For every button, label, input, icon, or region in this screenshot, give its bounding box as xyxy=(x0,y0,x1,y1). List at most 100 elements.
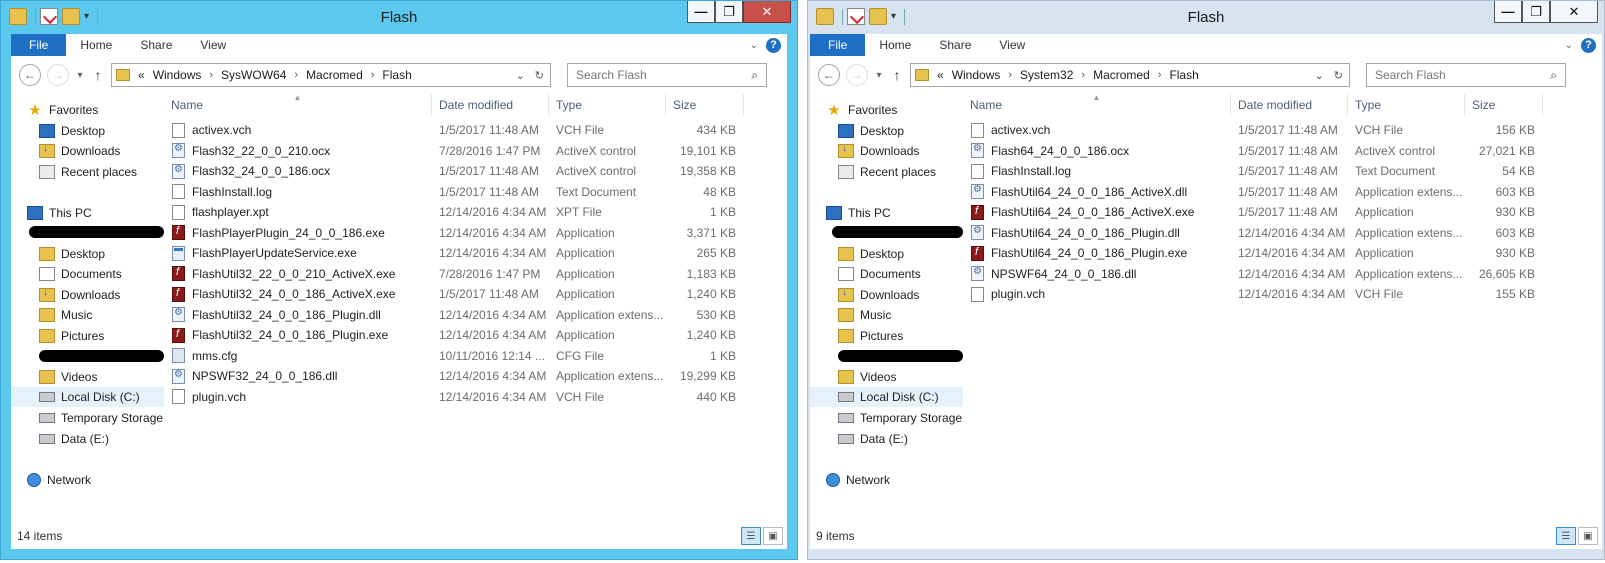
tab-view[interactable]: View xyxy=(186,34,240,56)
breadcrumb-system32[interactable]: System32 xyxy=(1020,68,1073,82)
maximize-button[interactable]: ❐ xyxy=(1522,1,1550,23)
expand-ribbon-chevron-icon[interactable]: ⌄ xyxy=(1565,40,1573,51)
nav-data-drive[interactable]: Data (E:) xyxy=(39,429,109,449)
nav-pc-desktop[interactable]: Desktop xyxy=(39,244,105,264)
nav-documents[interactable]: Documents xyxy=(39,264,122,284)
tab-file[interactable]: File xyxy=(810,34,866,56)
nav-recent-places[interactable]: Recent places xyxy=(838,162,936,182)
breadcrumb-flash[interactable]: Flash xyxy=(1169,68,1198,82)
back-button[interactable]: ← xyxy=(19,64,41,86)
nav-videos[interactable]: Videos xyxy=(838,367,896,387)
file-name-cell[interactable]: FlashPlayerUpdateService.exe xyxy=(164,245,432,261)
nav-network[interactable]: Network xyxy=(27,470,91,490)
nav-recent-places[interactable]: Recent places xyxy=(39,162,137,182)
file-row[interactable]: mms.cfg 10/11/2016 12:14 ... CFG File 1 KB xyxy=(164,346,787,367)
title-bar[interactable]: ▾ Flash — ❐ ✕ xyxy=(808,1,1604,33)
tab-home[interactable]: Home xyxy=(865,34,925,56)
close-button[interactable]: ✕ xyxy=(743,1,791,23)
column-type[interactable]: Type xyxy=(549,94,666,116)
column-type[interactable]: Type xyxy=(1348,94,1465,116)
close-button[interactable]: ✕ xyxy=(1550,1,1598,23)
file-name-cell[interactable]: FlashUtil64_24_0_0_186_Plugin.exe xyxy=(963,245,1231,261)
file-name-cell[interactable]: NPSWF32_24_0_0_186.dll xyxy=(164,368,432,384)
title-bar[interactable]: ▾ Flash — ❐ ✕ xyxy=(1,1,797,33)
address-bar[interactable]: « Windows › SysWOW64 › Macromed › Flash … xyxy=(111,63,551,87)
file-row[interactable]: Flash32_24_0_0_186.ocx 1/5/2017 11:48 AM A… xyxy=(164,161,787,182)
nav-pc-desktop[interactable]: Desktop xyxy=(838,244,904,264)
breadcrumb-overflow[interactable]: « xyxy=(138,68,145,82)
breadcrumb-syswow64[interactable]: SysWOW64 xyxy=(221,68,286,82)
file-row[interactable]: FlashPlayerUpdateService.exe 12/14/2016 4… xyxy=(164,243,787,264)
nav-pc-downloads[interactable]: Downloads xyxy=(838,285,919,305)
recent-locations-chevron-icon[interactable]: ▾ xyxy=(874,70,884,81)
nav-favorites[interactable]: ★ Favorites xyxy=(826,100,897,120)
file-name-cell[interactable]: FlashUtil32_22_0_0_210_ActiveX.exe xyxy=(164,266,432,282)
file-name-cell[interactable]: FlashPlayerPlugin_24_0_0_186.exe xyxy=(164,225,432,241)
file-row[interactable]: plugin.vch 12/14/2016 4:34 AM VCH File 155 … xyxy=(963,284,1602,305)
nav-videos[interactable]: Videos xyxy=(39,367,97,387)
up-arrow-icon[interactable]: ↑ xyxy=(91,67,105,83)
column-name[interactable]: ▲ Name xyxy=(963,93,1231,116)
breadcrumb-separator-icon[interactable]: › xyxy=(209,69,213,81)
tab-share[interactable]: Share xyxy=(925,34,985,56)
refresh-icon[interactable]: ↻ xyxy=(535,69,544,82)
explorer-window-syswow64[interactable]: ▾ Flash — ❐ ✕ File Home Share View ⌄ ? ←… xyxy=(0,0,798,560)
column-date-modified[interactable]: Date modified xyxy=(1231,94,1348,116)
up-arrow-icon[interactable]: ↑ xyxy=(890,67,904,83)
file-row[interactable]: FlashUtil32_22_0_0_210_ActiveX.exe 7/28/2… xyxy=(164,264,787,285)
breadcrumb-flash[interactable]: Flash xyxy=(382,68,411,82)
file-row[interactable]: NPSWF32_24_0_0_186.dll 12/14/2016 4:34 AM… xyxy=(164,366,787,387)
details-view-icon[interactable]: ☰ xyxy=(1556,527,1576,545)
breadcrumb-windows[interactable]: Windows xyxy=(153,68,202,82)
file-row[interactable]: FlashInstall.log 1/5/2017 11:48 AM Text Do… xyxy=(963,161,1602,182)
file-name-cell[interactable]: flashplayer.xpt xyxy=(164,204,432,220)
help-icon[interactable]: ? xyxy=(766,37,781,53)
file-name-cell[interactable]: FlashUtil64_24_0_0_186_ActiveX.exe xyxy=(963,204,1231,220)
nav-desktop[interactable]: Desktop xyxy=(39,121,105,141)
column-size[interactable]: Size xyxy=(666,94,744,116)
column-name[interactable]: ▲ Name xyxy=(164,93,432,116)
tab-file[interactable]: File xyxy=(11,34,67,56)
breadcrumb-separator-icon[interactable]: › xyxy=(371,69,375,81)
file-name-cell[interactable]: FlashUtil32_24_0_0_186_ActiveX.exe xyxy=(164,286,432,302)
file-name-cell[interactable]: plugin.vch xyxy=(164,389,432,405)
breadcrumb-separator-icon[interactable]: › xyxy=(1158,69,1162,81)
column-date-modified[interactable]: Date modified xyxy=(432,94,549,116)
address-history-chevron-icon[interactable]: ⌄ xyxy=(1315,69,1324,82)
file-name-cell[interactable]: Flash64_24_0_0_186.ocx xyxy=(963,143,1231,159)
file-row[interactable]: FlashUtil32_24_0_0_186_Plugin.exe 12/14/2… xyxy=(164,325,787,346)
file-row[interactable]: FlashInstall.log 1/5/2017 11:48 AM Text Do… xyxy=(164,182,787,203)
nav-local-disk[interactable]: Local Disk (C:) xyxy=(838,387,939,407)
file-name-cell[interactable]: NPSWF64_24_0_0_186.dll xyxy=(963,266,1231,282)
file-name-cell[interactable]: FlashUtil32_24_0_0_186_Plugin.exe xyxy=(164,327,432,343)
forward-button[interactable]: → xyxy=(846,64,868,86)
search-icon[interactable]: ⌕ xyxy=(751,68,758,83)
breadcrumb-separator-icon[interactable]: › xyxy=(294,69,298,81)
breadcrumb-windows[interactable]: Windows xyxy=(952,68,1001,82)
large-icons-view-icon[interactable]: ▣ xyxy=(763,527,783,545)
forward-button[interactable]: → xyxy=(47,64,69,86)
file-name-cell[interactable]: FlashUtil64_24_0_0_186_ActiveX.dll xyxy=(963,184,1231,200)
nav-documents[interactable]: Documents xyxy=(838,264,921,284)
file-name-cell[interactable]: plugin.vch xyxy=(963,286,1231,302)
tab-home[interactable]: Home xyxy=(66,34,126,56)
column-size[interactable]: Size xyxy=(1465,94,1543,116)
back-button[interactable]: ← xyxy=(818,64,840,86)
breadcrumb-overflow[interactable]: « xyxy=(937,68,944,82)
nav-this-pc[interactable]: This PC xyxy=(826,203,891,223)
nav-downloads[interactable]: Downloads xyxy=(838,141,919,161)
file-row[interactable]: plugin.vch 12/14/2016 4:34 AM VCH File 440 … xyxy=(164,387,787,408)
minimize-button[interactable]: — xyxy=(687,1,715,23)
breadcrumb-macromed[interactable]: Macromed xyxy=(306,68,363,82)
maximize-button[interactable]: ❐ xyxy=(715,1,743,23)
file-row[interactable]: FlashUtil64_24_0_0_186_ActiveX.dll 1/5/20… xyxy=(963,182,1602,203)
search-input[interactable]: Search Flash ⌕ xyxy=(1366,63,1566,87)
expand-ribbon-chevron-icon[interactable]: ⌄ xyxy=(750,40,758,51)
file-row[interactable]: NPSWF64_24_0_0_186.dll 12/14/2016 4:34 AM… xyxy=(963,264,1602,285)
file-row[interactable]: activex.vch 1/5/2017 11:48 AM VCH File 156 … xyxy=(963,120,1602,141)
search-icon[interactable]: ⌕ xyxy=(1550,68,1557,83)
file-row[interactable]: FlashUtil32_24_0_0_186_ActiveX.exe 1/5/20… xyxy=(164,284,787,305)
file-name-cell[interactable]: mms.cfg xyxy=(164,348,432,364)
breadcrumb-separator-icon[interactable]: › xyxy=(1081,69,1085,81)
refresh-icon[interactable]: ↻ xyxy=(1334,69,1343,82)
